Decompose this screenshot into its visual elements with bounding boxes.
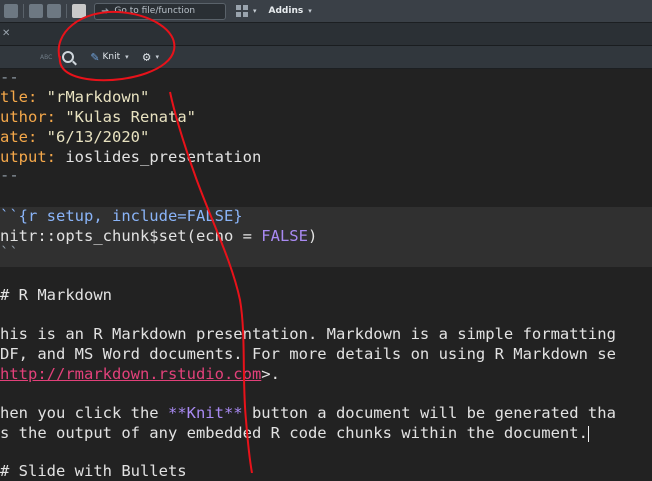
addins-menu[interactable]: Addins bbox=[269, 6, 304, 16]
yaml-value: "6/13/2020" bbox=[37, 128, 150, 146]
yaml-author-line: uthor: "Kulas Renata" bbox=[0, 107, 196, 127]
code-keyword: FALSE bbox=[261, 227, 308, 245]
paragraph-text: s the output of any embedded R code chun… bbox=[0, 424, 588, 442]
hyperlink[interactable]: http://rmarkdown.rstudio.com bbox=[0, 365, 261, 383]
workspace-panes-icon[interactable] bbox=[236, 5, 248, 17]
gear-icon[interactable]: ⚙ bbox=[143, 50, 151, 65]
code-text: ) bbox=[307, 227, 318, 245]
spellcheck-icon[interactable]: ABC bbox=[40, 54, 52, 61]
yaml-key: ate: bbox=[0, 128, 38, 146]
paragraph-text: hen you click the bbox=[0, 404, 168, 422]
chunk-header: ``{r setup, include=FALSE} bbox=[0, 207, 243, 225]
yaml-value: "Kulas Renata" bbox=[56, 108, 196, 126]
paragraph-text: >. bbox=[261, 365, 280, 383]
print-icon[interactable] bbox=[72, 4, 86, 18]
bold-markup: **Knit** bbox=[167, 404, 243, 422]
editor-tab-bar: ✕ bbox=[0, 23, 652, 46]
close-icon[interactable]: ✕ bbox=[2, 28, 10, 39]
editor-toolbar: ABC ✎ Knit ▾ ⚙ ▾ bbox=[0, 46, 652, 69]
save-icon[interactable] bbox=[29, 4, 43, 18]
yaml-key: tle: bbox=[0, 88, 38, 106]
yaml-value: "rMarkdown" bbox=[37, 88, 150, 106]
paragraph-line: DF, and MS Word documents. For more deta… bbox=[0, 345, 616, 363]
yaml-delimiter: -- bbox=[0, 68, 19, 86]
toolbar-divider bbox=[66, 4, 67, 18]
yaml-title-line: tle: "rMarkdown" bbox=[0, 87, 149, 107]
toolbar-divider bbox=[23, 4, 24, 18]
paragraph-line: s the output of any embedded R code chun… bbox=[0, 423, 589, 443]
yaml-value: ioslides_presentation bbox=[56, 148, 262, 166]
paragraph-text: button a document will be generated tha bbox=[242, 404, 616, 422]
paragraph-line: http://rmarkdown.rstudio.com>. bbox=[0, 364, 280, 384]
yaml-key: uthor: bbox=[0, 108, 56, 126]
knit-button[interactable]: ✎ Knit ▾ bbox=[90, 51, 128, 64]
paragraph-line: his is an R Markdown presentation. Markd… bbox=[0, 325, 616, 343]
gear-chevron-down-icon[interactable]: ▾ bbox=[156, 53, 160, 61]
goto-arrow-icon: ➜ bbox=[101, 5, 110, 17]
yarn-needle-icon: ✎ bbox=[90, 50, 100, 64]
chevron-down-icon[interactable]: ▾ bbox=[253, 7, 257, 15]
addins-chevron-down-icon[interactable]: ▾ bbox=[308, 7, 312, 15]
goto-placeholder: Go to file/function bbox=[114, 6, 196, 16]
knit-label: Knit bbox=[102, 52, 121, 62]
yaml-delimiter: -- bbox=[0, 166, 19, 184]
yaml-output-line: utput: ioslides_presentation bbox=[0, 147, 261, 167]
yaml-date-line: ate: "6/13/2020" bbox=[0, 127, 149, 147]
yaml-key: utput: bbox=[0, 148, 56, 166]
knit-chevron-down-icon[interactable]: ▾ bbox=[125, 53, 129, 61]
search-icon[interactable] bbox=[62, 51, 75, 63]
markdown-heading: # Slide with Bullets bbox=[0, 462, 187, 480]
new-file-icon[interactable] bbox=[4, 4, 18, 18]
chunk-close: `` bbox=[0, 244, 19, 262]
main-toolbar: ➜ Go to file/function ▾ Addins ▾ bbox=[0, 0, 652, 23]
paragraph-line: hen you click the **Knit** button a docu… bbox=[0, 403, 616, 423]
chunk-code-line: nitr::opts_chunk$set(echo = FALSE) bbox=[0, 226, 317, 246]
code-text: nitr::opts_chunk$set(echo = bbox=[0, 227, 262, 245]
markdown-heading: # R Markdown bbox=[0, 286, 112, 304]
save-all-icon[interactable] bbox=[47, 4, 61, 18]
goto-file-function-input[interactable]: ➜ Go to file/function bbox=[94, 2, 226, 20]
code-editor[interactable]: -- tle: "rMarkdown" uthor: "Kulas Renata… bbox=[0, 68, 652, 480]
text-cursor bbox=[587, 425, 589, 442]
